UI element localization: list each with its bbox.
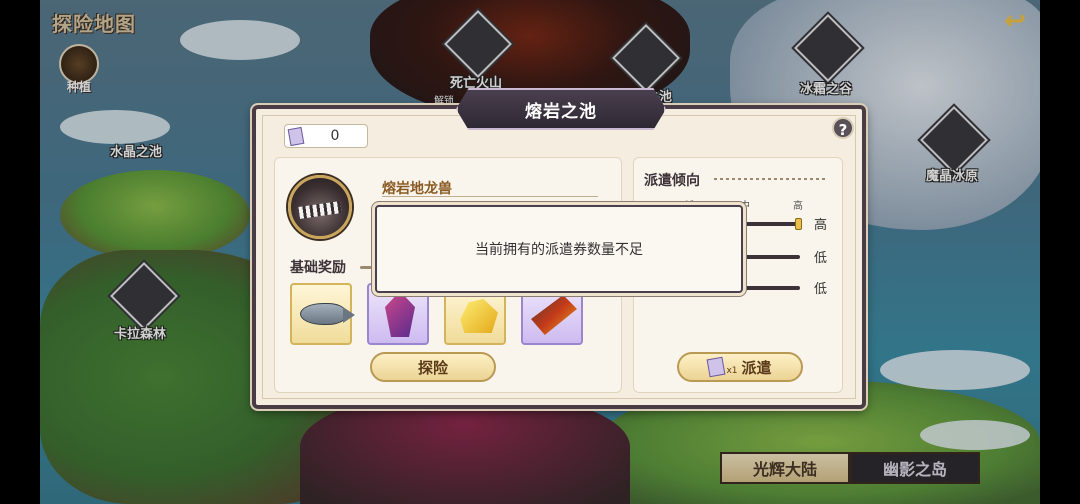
slider-knob[interactable]: [795, 218, 802, 230]
tendency-value-2: 低: [814, 251, 828, 266]
dispatch-button[interactable]: x1 派遣: [677, 352, 803, 382]
base-reward-label: 基础奖励: [290, 260, 346, 276]
ticket-icon: [707, 356, 726, 378]
ticket-icon: [287, 126, 305, 146]
lava-ingot-icon: [531, 295, 577, 335]
reward-slot[interactable]: [290, 283, 355, 345]
help-icon[interactable]: ?: [832, 117, 854, 139]
tendency-value-1: 高: [814, 218, 828, 233]
panel-title-banner: 熔岩之池: [456, 88, 666, 130]
panel-title: 熔岩之池: [525, 101, 597, 122]
divider: [360, 266, 372, 269]
divider: [382, 196, 598, 197]
monster-name: 熔岩地龙兽: [382, 181, 452, 197]
fish-icon: [300, 303, 355, 325]
explore-button[interactable]: 探险: [370, 352, 496, 382]
scale-high-label: 高: [793, 201, 803, 212]
gold-ore-icon: [460, 299, 498, 333]
monster-portrait: [288, 175, 352, 239]
ticket-count: 0: [330, 128, 340, 144]
divider: [714, 178, 828, 180]
insufficient-ticket-toast: 当前拥有的派遣券数量不足: [375, 205, 743, 293]
tendency-title: 派遣倾向: [644, 173, 700, 189]
tendency-value-3: 低: [814, 282, 828, 297]
toast-message: 当前拥有的派遣券数量不足: [475, 242, 643, 258]
dispatch-label: 派遣: [741, 358, 772, 377]
dispatch-ticket-counter: 0: [284, 124, 368, 148]
dispatch-multiplier: x1: [726, 366, 738, 376]
crystal-icon: [385, 291, 415, 337]
